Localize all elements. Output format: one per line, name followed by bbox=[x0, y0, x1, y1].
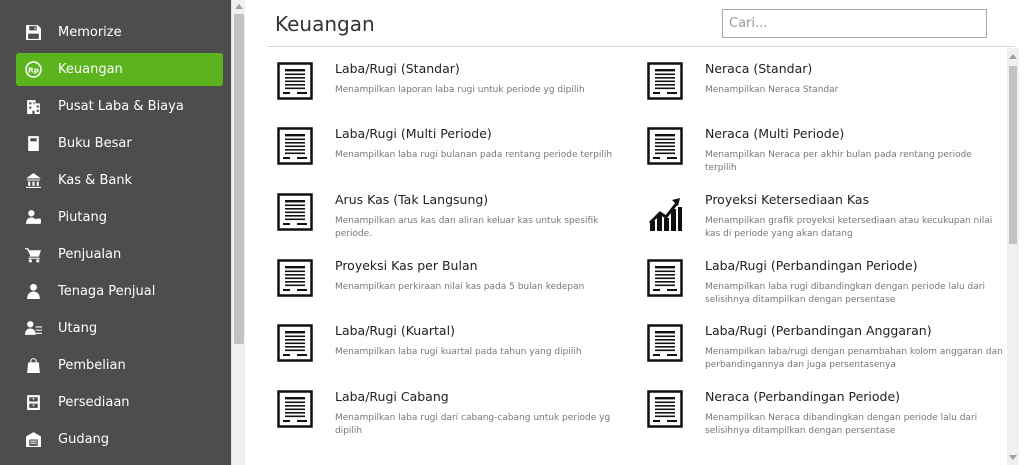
report-description: Menampilkan Neraca per akhir bulan pada … bbox=[705, 150, 972, 173]
sidebar: Memorize Rp Keuangan Pusat Laba & Biaya … bbox=[0, 0, 231, 465]
sidebar-item-kas-bank[interactable]: Kas & Bank bbox=[16, 164, 223, 197]
report-title[interactable]: Laba/Rugi Cabang bbox=[335, 389, 449, 404]
sidebar-item-label: Keuangan bbox=[58, 62, 123, 77]
sidebar-item-keuangan[interactable]: Rp Keuangan bbox=[16, 53, 223, 86]
report-title[interactable]: Laba/Rugi (Kuartal) bbox=[335, 323, 455, 338]
report-description: Menampilkan laba rugi kuartal pada tahun… bbox=[335, 347, 582, 357]
sidebar-item-label: Utang bbox=[58, 321, 98, 336]
document-icon bbox=[647, 390, 683, 428]
salesperson-icon bbox=[22, 281, 44, 303]
page-title: Keuangan bbox=[275, 12, 375, 36]
scroll-up-arrow-icon[interactable] bbox=[1009, 54, 1017, 59]
report-item[interactable]: Proyeksi Ketersediaan Kas Menampilkan gra… bbox=[647, 192, 1007, 252]
report-item[interactable]: Arus Kas (Tak Langsung) Menampilkan arus … bbox=[277, 192, 637, 252]
bank-icon bbox=[22, 170, 44, 192]
sidebar-item-label: Pusat Laba & Biaya bbox=[58, 99, 184, 114]
growth-chart-icon bbox=[647, 193, 683, 231]
sidebar-item-label: Persediaan bbox=[58, 395, 130, 410]
sidebar-item-label: Tenaga Penjual bbox=[58, 284, 156, 299]
sidebar-item-penjualan[interactable]: Penjualan bbox=[16, 238, 223, 271]
report-title[interactable]: Laba/Rugi (Perbandingan Anggaran) bbox=[705, 323, 932, 338]
sidebar-scrollbar[interactable] bbox=[231, 0, 245, 465]
report-description: Menampilkan laporan laba rugi untuk peri… bbox=[335, 85, 585, 95]
sidebar-item-tenaga-penjual[interactable]: Tenaga Penjual bbox=[16, 275, 223, 308]
report-title[interactable]: Laba/Rugi (Perbandingan Periode) bbox=[705, 258, 918, 273]
sidebar-item-gudang[interactable]: Gudang bbox=[16, 423, 223, 456]
report-item[interactable]: Proyeksi Kas per Bulan Menampilkan perkir… bbox=[277, 258, 637, 318]
document-icon bbox=[647, 62, 683, 100]
report-item[interactable]: Laba/Rugi (Standar) Menampilkan laporan l… bbox=[277, 61, 637, 121]
document-icon bbox=[647, 127, 683, 165]
report-description: Menampilkan grafik proyeksi ketersediaan… bbox=[705, 216, 993, 239]
building-icon bbox=[22, 96, 44, 118]
warehouse-icon bbox=[22, 429, 44, 451]
report-item[interactable]: Laba/Rugi Cabang Menampilkan laba rugi da… bbox=[277, 389, 637, 449]
document-icon bbox=[277, 324, 313, 362]
report-item[interactable]: Laba/Rugi (Multi Periode) Menampilkan lab… bbox=[277, 126, 637, 186]
main-panel: Keuangan Laba/Rugi (Standar) Menampilkan … bbox=[245, 0, 1024, 465]
sidebar-item-persediaan[interactable]: Persediaan bbox=[16, 386, 223, 419]
report-title[interactable]: Laba/Rugi (Multi Periode) bbox=[335, 126, 492, 141]
book-icon bbox=[22, 133, 44, 155]
report-description: Menampilkan laba rugi dari cabang-cabang… bbox=[335, 413, 611, 436]
document-icon bbox=[277, 390, 313, 428]
shopping-bag-icon bbox=[22, 355, 44, 377]
report-item[interactable]: Neraca (Multi Periode) Menampilkan Neraca… bbox=[647, 126, 1007, 186]
payable-icon bbox=[22, 318, 44, 340]
document-icon bbox=[277, 193, 313, 231]
cart-icon bbox=[22, 244, 44, 266]
sidebar-item-label: Penjualan bbox=[58, 247, 122, 262]
document-icon bbox=[647, 324, 683, 362]
document-icon bbox=[277, 259, 313, 297]
report-item[interactable]: Laba/Rugi (Perbandingan Periode) Menampil… bbox=[647, 258, 1007, 318]
report-title[interactable]: Neraca (Multi Periode) bbox=[705, 126, 844, 141]
report-title[interactable]: Neraca (Standar) bbox=[705, 61, 812, 76]
sidebar-item-label: Piutang bbox=[58, 210, 107, 225]
sidebar-item-memorize[interactable]: Memorize bbox=[16, 16, 223, 49]
report-description: Menampilkan Neraca dibandingkan dengan p… bbox=[705, 413, 978, 436]
report-title[interactable]: Proyeksi Ketersediaan Kas bbox=[705, 192, 869, 207]
report-title[interactable]: Laba/Rugi (Standar) bbox=[335, 61, 460, 76]
report-description: Menampilkan Neraca Standar bbox=[705, 85, 839, 95]
report-description: Menampilkan laba rugi dibandingkan denga… bbox=[705, 282, 985, 305]
sidebar-item-label: Kas & Bank bbox=[58, 173, 133, 188]
report-item[interactable]: Laba/Rugi (Kuartal) Menampilkan laba rugi… bbox=[277, 323, 637, 383]
sidebar-item-label: Gudang bbox=[58, 432, 110, 447]
report-description: Menampilkan laba/rugi dengan penambahan … bbox=[705, 347, 1003, 370]
sidebar-item-label: Memorize bbox=[58, 25, 122, 40]
receivable-icon bbox=[22, 207, 44, 229]
report-item[interactable]: Laba/Rugi (Perbandingan Anggaran) Menampi… bbox=[647, 323, 1007, 383]
report-description: Menampilkan perkiraan nilai kas pada 5 b… bbox=[335, 282, 585, 292]
sidebar-item-piutang[interactable]: Piutang bbox=[16, 201, 223, 234]
report-title[interactable]: Neraca (Perbandingan Periode) bbox=[705, 389, 900, 404]
scrollbar-thumb[interactable] bbox=[1009, 66, 1017, 244]
document-icon bbox=[277, 62, 313, 100]
report-description: Menampilkan laba rugi bulanan pada renta… bbox=[335, 150, 613, 160]
document-icon bbox=[647, 259, 683, 297]
document-icon bbox=[277, 127, 313, 165]
save-icon bbox=[22, 22, 44, 44]
report-title[interactable]: Arus Kas (Tak Langsung) bbox=[335, 192, 488, 207]
scrollbar-thumb[interactable] bbox=[234, 14, 244, 344]
sidebar-item-label: Buku Besar bbox=[58, 136, 132, 151]
search-input[interactable] bbox=[722, 9, 987, 38]
scroll-down-arrow-icon[interactable] bbox=[1009, 455, 1017, 460]
inventory-icon bbox=[22, 392, 44, 414]
report-title[interactable]: Proyeksi Kas per Bulan bbox=[335, 258, 478, 273]
report-item[interactable]: Neraca (Perbandingan Periode) Menampilkan… bbox=[647, 389, 1007, 449]
sidebar-item-buku-besar[interactable]: Buku Besar bbox=[16, 127, 223, 160]
report-item[interactable]: Neraca (Standar) Menampilkan Neraca Stand… bbox=[647, 61, 1007, 121]
sidebar-item-pembelian[interactable]: Pembelian bbox=[16, 349, 223, 382]
header-divider bbox=[267, 46, 1015, 47]
rupiah-icon: Rp bbox=[22, 59, 44, 81]
report-description: Menampilkan arus kas dan aliran keluar k… bbox=[335, 216, 599, 239]
sidebar-item-pusat-laba-biaya[interactable]: Pusat Laba & Biaya bbox=[16, 90, 223, 123]
main-scrollbar[interactable] bbox=[1007, 48, 1019, 465]
sidebar-item-utang[interactable]: Utang bbox=[16, 312, 223, 345]
scroll-up-arrow-icon[interactable] bbox=[235, 4, 243, 9]
sidebar-item-label: Pembelian bbox=[58, 358, 126, 373]
svg-text:Rp: Rp bbox=[27, 66, 38, 75]
